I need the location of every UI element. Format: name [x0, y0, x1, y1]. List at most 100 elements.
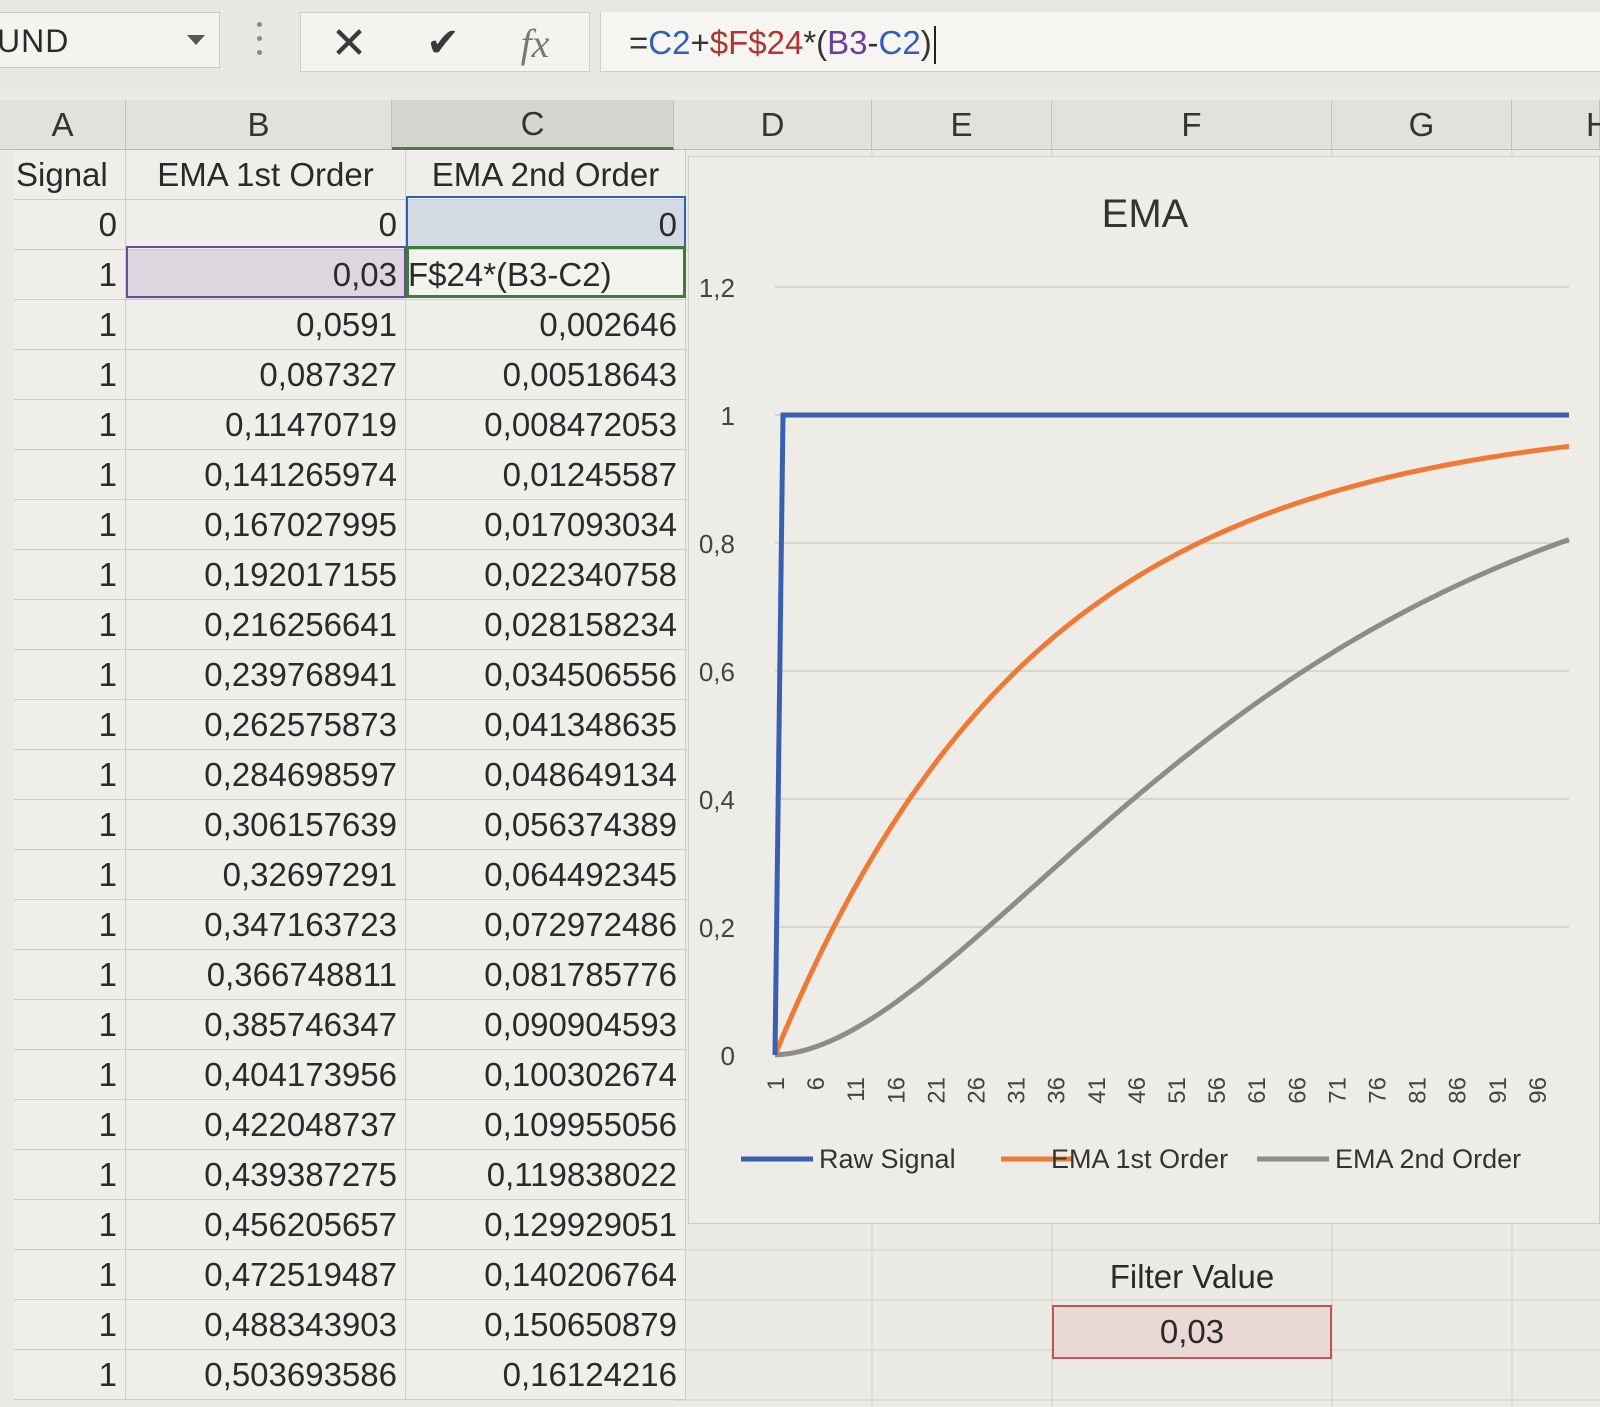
ema1-cell[interactable]: 0,404173956: [126, 1050, 406, 1100]
table-row: 1 0,422048737 0,109955056: [14, 1100, 686, 1150]
name-box[interactable]: UND: [0, 12, 220, 68]
ema1-cell[interactable]: 0,087327: [126, 350, 406, 400]
signal-cell[interactable]: 1: [14, 1300, 126, 1350]
ema1-cell[interactable]: 0,216256641: [126, 600, 406, 650]
ema-chart[interactable]: EMA 0 0,2 0,4 0,6 0,8 1 1,2 1 6 11 16 21 26 31 36 41 46 51…: [688, 156, 1600, 1224]
ema1-cell[interactable]: 0,192017155: [126, 550, 406, 600]
x-tick-label: 81: [1405, 1077, 1432, 1104]
table-row: 1 0,404173956 0,100302674: [14, 1050, 686, 1100]
table-row: 1 0,167027995 0,017093034: [14, 500, 686, 550]
ema2-cell[interactable]: 0,017093034: [406, 500, 686, 550]
signal-cell[interactable]: 1: [14, 800, 126, 850]
ema1-cell[interactable]: 0,488343903: [126, 1300, 406, 1350]
signal-cell[interactable]: 1: [14, 400, 126, 450]
ema2-cell[interactable]: 0,119838022: [406, 1150, 686, 1200]
ema1-cell[interactable]: 0,439387275: [126, 1150, 406, 1200]
ema1-cell[interactable]: 0,503693586: [126, 1350, 406, 1400]
ema2-cell[interactable]: 0,034506556: [406, 650, 686, 700]
more-options-icon[interactable]: [257, 22, 263, 60]
ema1-cell[interactable]: 0,262575873: [126, 700, 406, 750]
header-ema2[interactable]: EMA 2nd Order: [406, 150, 686, 200]
column-header-g[interactable]: G: [1332, 100, 1512, 150]
signal-cell[interactable]: 1: [14, 850, 126, 900]
signal-cell[interactable]: 1: [14, 550, 126, 600]
ema2-cell[interactable]: 0,109955056: [406, 1100, 686, 1150]
filter-value-cell[interactable]: 0,03: [1052, 1305, 1332, 1359]
reference-border-c2: [406, 196, 686, 248]
ema2-cell[interactable]: 0,048649134: [406, 750, 686, 800]
signal-cell[interactable]: 1: [14, 1000, 126, 1050]
ema1-cell[interactable]: 0,167027995: [126, 500, 406, 550]
signal-cell[interactable]: 1: [14, 1200, 126, 1250]
ema2-cell[interactable]: 0,00518643: [406, 350, 686, 400]
column-header-a[interactable]: A: [0, 100, 126, 150]
signal-cell[interactable]: 1: [14, 1100, 126, 1150]
ema2-cell[interactable]: 0,16124216: [406, 1350, 686, 1400]
ema2-cell[interactable]: 0,129929051: [406, 1200, 686, 1250]
cancel-button[interactable]: ✕: [321, 17, 377, 69]
ema2-cell[interactable]: 0,056374389: [406, 800, 686, 850]
ema2-cell[interactable]: 0,140206764: [406, 1250, 686, 1300]
ema1-cell[interactable]: 0,0591: [126, 300, 406, 350]
ema2-cell[interactable]: 0,028158234: [406, 600, 686, 650]
ema1-cell[interactable]: 0,32697291: [126, 850, 406, 900]
ema1-cell[interactable]: 0,141265974: [126, 450, 406, 500]
signal-cell[interactable]: 1: [14, 900, 126, 950]
signal-cell[interactable]: 1: [14, 450, 126, 500]
signal-cell[interactable]: 1: [14, 1050, 126, 1100]
ema1-cell[interactable]: 0: [126, 200, 406, 250]
chevron-down-icon[interactable]: [187, 35, 205, 45]
header-ema1[interactable]: EMA 1st Order: [126, 150, 406, 200]
ema1-cell[interactable]: 0,239768941: [126, 650, 406, 700]
signal-cell[interactable]: 1: [14, 1250, 126, 1300]
ema2-cell[interactable]: 0,002646: [406, 300, 686, 350]
ema1-cell[interactable]: 0,366748811: [126, 950, 406, 1000]
formula-input[interactable]: =C2+$F$24*(B3-C2): [600, 12, 1600, 72]
table-row: 1 0,0591 0,002646: [14, 300, 686, 350]
y-tick-label: 0,2: [699, 913, 735, 943]
signal-cell[interactable]: 1: [14, 600, 126, 650]
active-cell-border: [406, 246, 686, 298]
signal-cell[interactable]: 1: [14, 300, 126, 350]
insert-function-button[interactable]: fx: [507, 17, 563, 69]
ema2-cell[interactable]: 0,01245587: [406, 450, 686, 500]
signal-cell[interactable]: 0: [14, 200, 126, 250]
ema1-cell[interactable]: 0,347163723: [126, 900, 406, 950]
signal-cell[interactable]: 1: [14, 1350, 126, 1400]
column-header-b[interactable]: B: [126, 100, 392, 150]
signal-cell[interactable]: 1: [14, 250, 126, 300]
signal-cell[interactable]: 1: [14, 750, 126, 800]
signal-cell[interactable]: 1: [14, 1150, 126, 1200]
ema2-cell[interactable]: 0,072972486: [406, 900, 686, 950]
column-header-d[interactable]: D: [674, 100, 872, 150]
signal-cell[interactable]: 1: [14, 950, 126, 1000]
ema1-cell[interactable]: 0,284698597: [126, 750, 406, 800]
ema1-cell[interactable]: 0,306157639: [126, 800, 406, 850]
raw-signal-line: [772, 412, 1569, 1056]
enter-button[interactable]: ✔: [415, 17, 471, 69]
signal-cell[interactable]: 1: [14, 500, 126, 550]
header-signal[interactable]: Signal: [14, 150, 126, 200]
ema1-cell[interactable]: 0,11470719: [126, 400, 406, 450]
column-header-c[interactable]: C: [392, 100, 674, 150]
column-header-h[interactable]: H: [1512, 100, 1600, 150]
column-header-e[interactable]: E: [872, 100, 1052, 150]
column-header-f[interactable]: F: [1052, 100, 1332, 150]
signal-cell[interactable]: 1: [14, 650, 126, 700]
x-tick-label: 11: [843, 1077, 870, 1102]
ema1-cell[interactable]: 0,422048737: [126, 1100, 406, 1150]
ema2-cell[interactable]: 0,041348635: [406, 700, 686, 750]
ema2-cell[interactable]: 0,100302674: [406, 1050, 686, 1100]
ema2-cell[interactable]: 0,150650879: [406, 1300, 686, 1350]
x-tick-label: 36: [1044, 1077, 1071, 1104]
signal-cell[interactable]: 1: [14, 350, 126, 400]
ema2-cell[interactable]: 0,022340758: [406, 550, 686, 600]
ema1-cell[interactable]: 0,456205657: [126, 1200, 406, 1250]
ema2-cell[interactable]: 0,064492345: [406, 850, 686, 900]
ema2-cell[interactable]: 0,008472053: [406, 400, 686, 450]
ema1-cell[interactable]: 0,385746347: [126, 1000, 406, 1050]
ema2-cell[interactable]: 0,090904593: [406, 1000, 686, 1050]
signal-cell[interactable]: 1: [14, 700, 126, 750]
ema1-cell[interactable]: 0,472519487: [126, 1250, 406, 1300]
ema2-cell[interactable]: 0,081785776: [406, 950, 686, 1000]
